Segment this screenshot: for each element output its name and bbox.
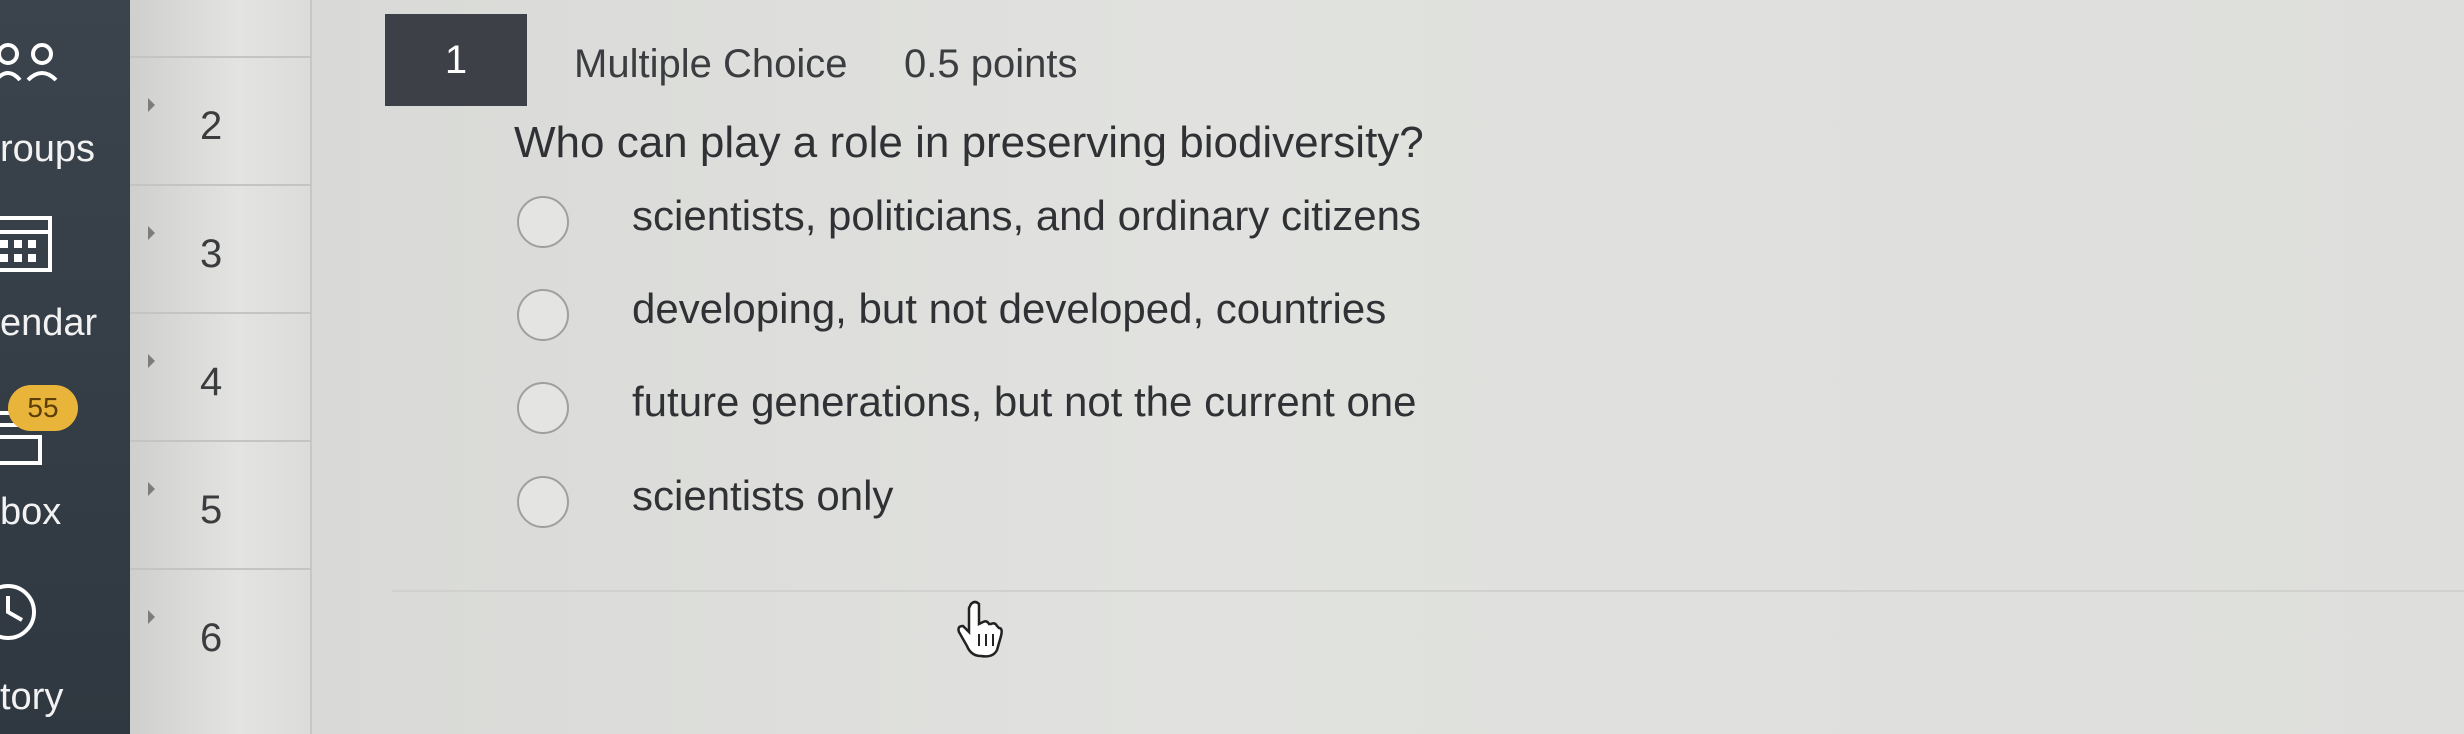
arrow-right-icon (148, 98, 155, 112)
answer-label[interactable]: developing, but not developed, countries (632, 285, 1386, 333)
nav-item-calendar[interactable]: endar (0, 210, 130, 350)
question-type: Multiple Choice (574, 42, 848, 86)
question-nav-item-3[interactable]: 3 (130, 184, 310, 314)
nav-label-history: tory (0, 676, 64, 718)
question-nav-number: 4 (200, 360, 223, 404)
question-nav-number: 3 (200, 232, 223, 276)
history-icon (0, 580, 60, 655)
question-nav-item-2[interactable]: 2 (130, 56, 310, 186)
answer-label[interactable]: scientists only (632, 472, 893, 520)
nav-label-inbox: box (0, 491, 62, 533)
question-nav-item-6[interactable]: 6 (130, 568, 310, 698)
radio-button[interactable] (517, 289, 569, 341)
radio-button[interactable] (517, 476, 569, 528)
nav-item-history[interactable]: tory (0, 580, 130, 720)
radio-button[interactable] (517, 196, 569, 248)
question-number: 1 (385, 14, 527, 106)
question-text: Who can play a role in preserving biodiv… (514, 118, 1424, 167)
question-nav-number: 5 (200, 488, 223, 532)
divider (392, 590, 2464, 592)
arrow-right-icon (148, 610, 155, 624)
global-nav: roups endar 55 box tory (0, 0, 130, 734)
question-nav-number: 2 (200, 104, 223, 148)
question-points: 0.5 points (904, 42, 1078, 86)
answer-option[interactable]: developing, but not developed, countries (517, 285, 1717, 355)
arrow-right-icon (148, 226, 155, 240)
question-nav-item-5[interactable]: 5 (130, 440, 310, 570)
radio-button[interactable] (517, 382, 569, 434)
nav-item-inbox[interactable]: 55 box (0, 385, 130, 535)
answer-label[interactable]: future generations, but not the current … (632, 378, 1417, 426)
answer-option[interactable]: scientists only (517, 472, 1717, 542)
nav-label-groups: roups (0, 128, 96, 170)
groups-icon (0, 40, 70, 95)
calendar-icon (0, 210, 60, 285)
question-nav-item-4[interactable]: 4 (130, 312, 310, 442)
answer-option[interactable]: future generations, but not the current … (517, 378, 1717, 448)
question-nav-number: 6 (200, 616, 223, 660)
inbox-unread-badge: 55 (8, 385, 78, 431)
hand-pointer-cursor-icon (957, 600, 1003, 665)
arrow-right-icon (148, 482, 155, 496)
arrow-right-icon (148, 354, 155, 368)
question-navigation: 2 3 4 5 6 (130, 0, 312, 734)
nav-label-calendar: endar (0, 302, 98, 344)
nav-item-groups[interactable]: roups (0, 40, 130, 170)
answer-label[interactable]: scientists, politicians, and ordinary ci… (632, 192, 1421, 240)
answer-option[interactable]: scientists, politicians, and ordinary ci… (517, 192, 1717, 262)
question-panel: 1 Multiple Choice 0.5 points Who can pla… (312, 0, 2464, 734)
